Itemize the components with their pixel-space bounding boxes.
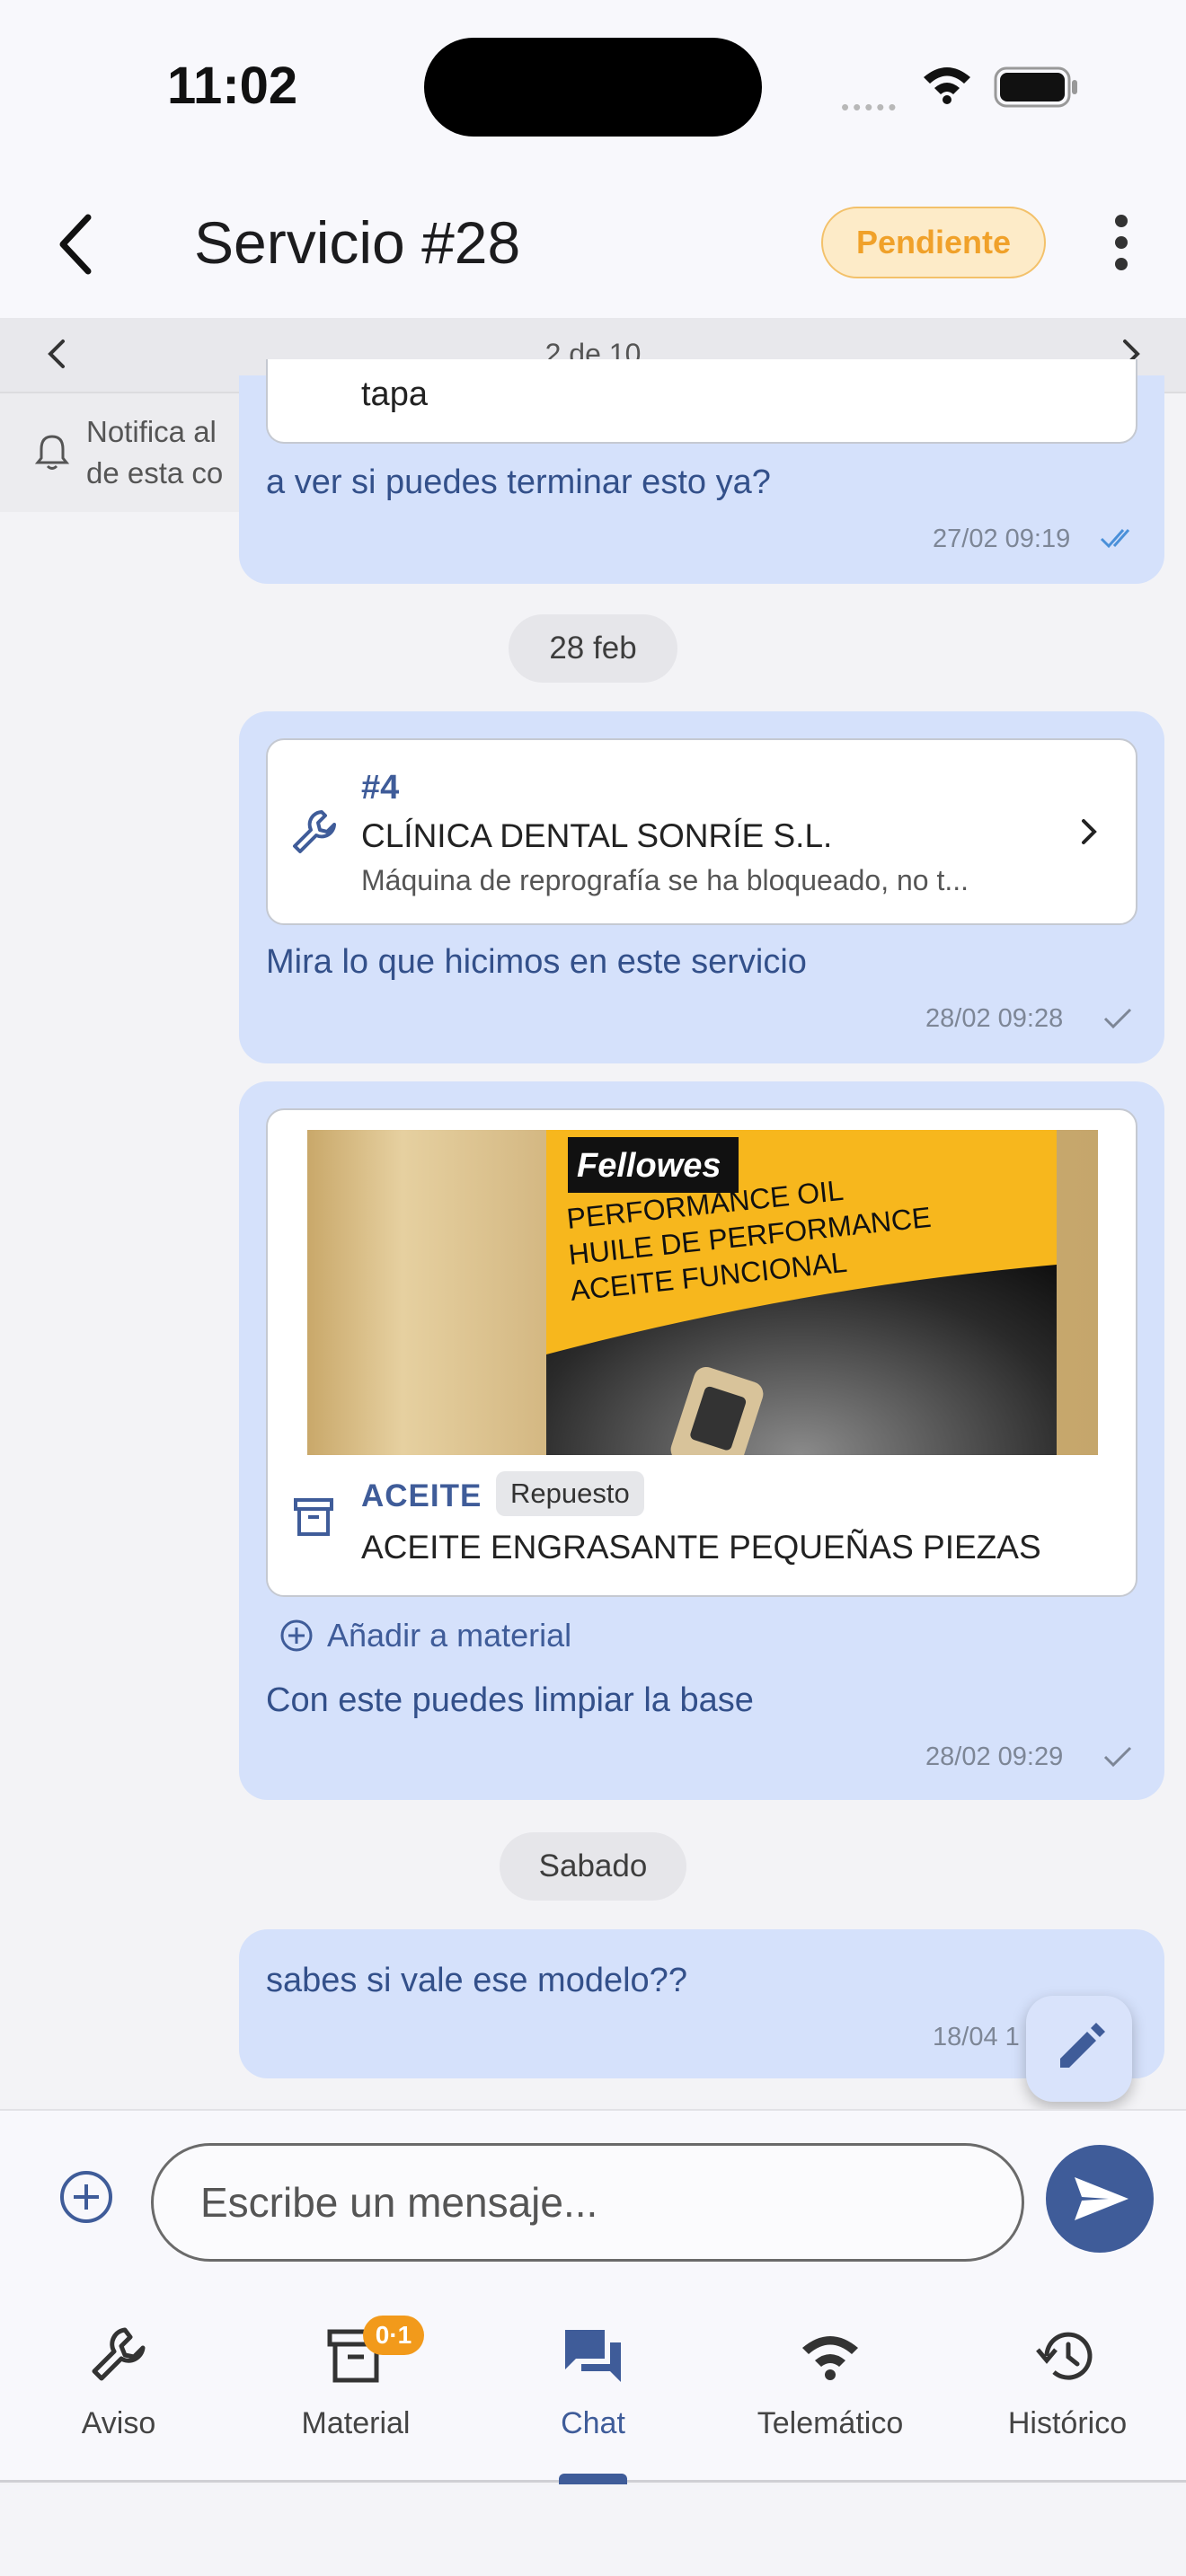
chat-icon bbox=[565, 2330, 621, 2382]
battery-icon bbox=[994, 66, 1077, 108]
add-circle-icon bbox=[280, 1619, 313, 1652]
archive-icon bbox=[294, 1498, 333, 1536]
service-number: #4 bbox=[361, 769, 400, 807]
send-icon bbox=[1075, 2177, 1128, 2220]
message-text: Con este puedes limpiar la base bbox=[266, 1681, 754, 1719]
sent-check-icon bbox=[1103, 1746, 1132, 1768]
nav-item-chat[interactable]: Chat bbox=[476, 2323, 710, 2441]
product-image: Fellowes PERFORMANCE OIL HUILE DE PERFOR… bbox=[289, 1130, 1112, 1455]
nav-item-telematico[interactable]: Telemático bbox=[713, 2323, 947, 2441]
chevron-right-icon bbox=[1082, 819, 1097, 844]
message-text: sabes si vale ese modelo?? bbox=[266, 1962, 687, 1999]
history-icon bbox=[1036, 2332, 1093, 2380]
read-check-icon bbox=[1100, 529, 1130, 549]
message-time: 28/02 09:28 bbox=[925, 1004, 1064, 1033]
product-brand: Fellowes bbox=[577, 1147, 721, 1185]
material-count-badge: 0·1 bbox=[363, 2316, 424, 2355]
product-code: ACEITE bbox=[361, 1478, 482, 1513]
nav-label: Histórico bbox=[1007, 2406, 1128, 2440]
home-indicator-area bbox=[0, 2485, 1186, 2576]
active-tab-indicator bbox=[559, 2474, 627, 2484]
nav-label: Material bbox=[301, 2406, 411, 2440]
nav-label: Telemático bbox=[757, 2406, 904, 2440]
nav-item-aviso[interactable]: Aviso bbox=[2, 2323, 235, 2441]
status-time: 11:02 bbox=[167, 57, 298, 115]
message-text: Mira lo que hicimos en este servicio bbox=[266, 943, 807, 981]
wrench-icon bbox=[92, 2327, 146, 2381]
service-client: CLÍNICA DENTAL SONRÍE S.L. bbox=[361, 817, 833, 854]
signal-dots-icon: ••••• bbox=[841, 93, 900, 120]
card-text: tapa bbox=[361, 375, 428, 413]
nav-item-historico[interactable]: Histórico bbox=[951, 2323, 1184, 2441]
message-input[interactable]: Escribe un mensaje... bbox=[151, 2143, 1024, 2262]
send-button[interactable] bbox=[1046, 2145, 1154, 2253]
wifi-status-icon bbox=[924, 67, 970, 104]
nav-item-material[interactable]: Material bbox=[239, 2323, 473, 2441]
service-description: Máquina de reprografía se ha bloqueado, … bbox=[361, 864, 969, 896]
date-separator: 28 feb bbox=[509, 614, 677, 683]
nav-label: Chat bbox=[561, 2406, 625, 2440]
message-time: 28/02 09:29 bbox=[925, 1742, 1064, 1771]
bell-icon bbox=[34, 435, 70, 470]
back-arrow-icon[interactable] bbox=[45, 199, 108, 289]
product-name: ACEITE ENGRASANTE PEQUEÑAS PIEZAS bbox=[361, 1529, 1041, 1566]
wrench-icon bbox=[293, 810, 336, 853]
sent-check-icon bbox=[1103, 1008, 1132, 1029]
message-time: 27/02 09:19 bbox=[933, 525, 1071, 553]
status-badge: Pendiente bbox=[821, 207, 1046, 278]
dynamic-island bbox=[424, 38, 762, 137]
edit-fab[interactable] bbox=[1026, 1996, 1132, 2102]
wifi-icon bbox=[802, 2336, 858, 2380]
page-title: Servicio #28 bbox=[194, 209, 521, 276]
add-to-material-label: Añadir a material bbox=[327, 1617, 572, 1654]
date-separator: Sabado bbox=[500, 1832, 686, 1901]
more-vert-icon[interactable] bbox=[1096, 212, 1146, 273]
nav-label: Aviso bbox=[81, 2406, 156, 2440]
add-attachment-icon[interactable] bbox=[56, 2166, 117, 2228]
add-to-material-button[interactable]: Añadir a material bbox=[279, 1617, 571, 1654]
message-time: 18/04 1 bbox=[933, 2023, 1020, 2051]
message-text: a ver si puedes terminar esto ya? bbox=[266, 463, 771, 501]
pencil-icon bbox=[1060, 2023, 1105, 2068]
product-tag: Repuesto bbox=[496, 1471, 644, 1516]
